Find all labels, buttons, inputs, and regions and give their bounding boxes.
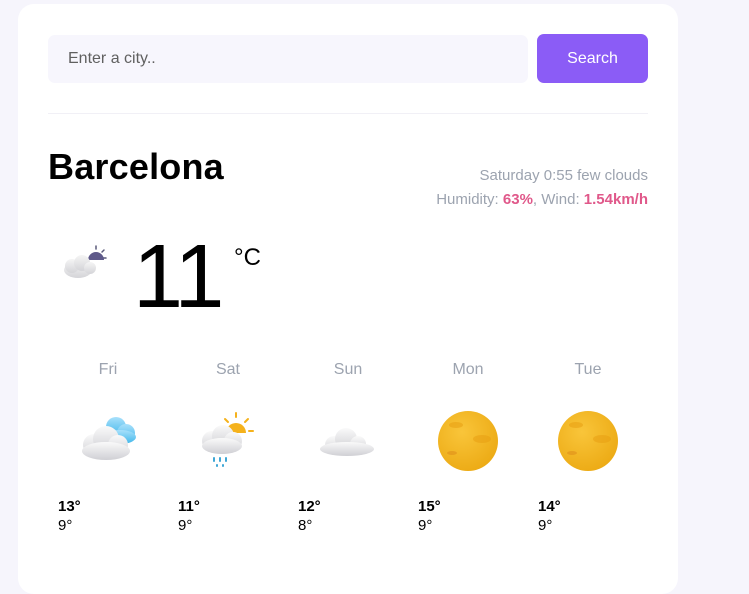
forecast-day-name: Mon <box>452 361 484 378</box>
forecast-max-temp: 13° <box>58 498 81 515</box>
forecast-day: Fri 13° 9° <box>48 359 168 539</box>
divider <box>48 113 648 114</box>
search-button[interactable]: Search <box>537 34 648 83</box>
city-search-input[interactable] <box>48 35 528 83</box>
few-clouds-night-icon <box>58 244 114 280</box>
forecast: Fri 13° 9° Sat 11° 9° Sun 12° 8° Mon 15°… <box>48 359 648 539</box>
sun-icon <box>436 409 500 473</box>
forecast-day-name: Sun <box>333 361 363 378</box>
current-description: few clouds <box>577 167 648 184</box>
temperature-unit: °C <box>234 244 261 271</box>
wind-label: Wind: <box>541 191 580 208</box>
current-time: 0:55 <box>543 167 573 184</box>
forecast-day-name: Sat <box>215 361 240 378</box>
forecast-min-temp: 9° <box>538 517 553 534</box>
forecast-day: Tue 14° 9° <box>528 359 648 539</box>
forecast-day: Mon 15° 9° <box>408 359 528 539</box>
current-summary: Saturday 0:55 few clouds <box>436 164 648 188</box>
forecast-min-temp: 9° <box>58 517 73 534</box>
forecast-day: Sun 12° 8° <box>288 359 408 539</box>
city-name: Barcelona <box>48 146 224 187</box>
forecast-min-temp: 9° <box>178 517 193 534</box>
forecast-max-temp: 12° <box>298 498 321 515</box>
current-conditions: Humidity: 63%, Wind: 1.54km/h <box>436 191 648 208</box>
humidity-label: Humidity: <box>436 191 499 208</box>
forecast-max-temp: 14° <box>538 498 561 515</box>
forecast-max-temp: 11° <box>178 498 200 515</box>
humidity-value: 63% <box>502 191 533 208</box>
forecast-day-name: Tue <box>574 361 602 378</box>
current-details: Saturday 0:55 few clouds Humidity: 63%, … <box>436 164 648 212</box>
rain-sun-icon <box>196 409 260 473</box>
current-day: Saturday <box>479 167 540 184</box>
cloud-icon <box>316 409 380 473</box>
search-bar: Search <box>48 34 648 83</box>
forecast-max-temp: 15° <box>418 498 441 515</box>
forecast-day: Sat 11° 9° <box>168 359 288 539</box>
weather-card: Search Barcelona Saturday 0:55 few cloud… <box>18 4 678 594</box>
sun-icon <box>556 409 620 473</box>
cloudy-icon <box>76 409 140 473</box>
forecast-min-temp: 8° <box>298 517 313 534</box>
current-temperature: 11 <box>133 227 224 327</box>
forecast-day-name: Fri <box>98 361 118 378</box>
wind-value: 1.54km/h <box>583 191 648 208</box>
forecast-min-temp: 9° <box>418 517 433 534</box>
